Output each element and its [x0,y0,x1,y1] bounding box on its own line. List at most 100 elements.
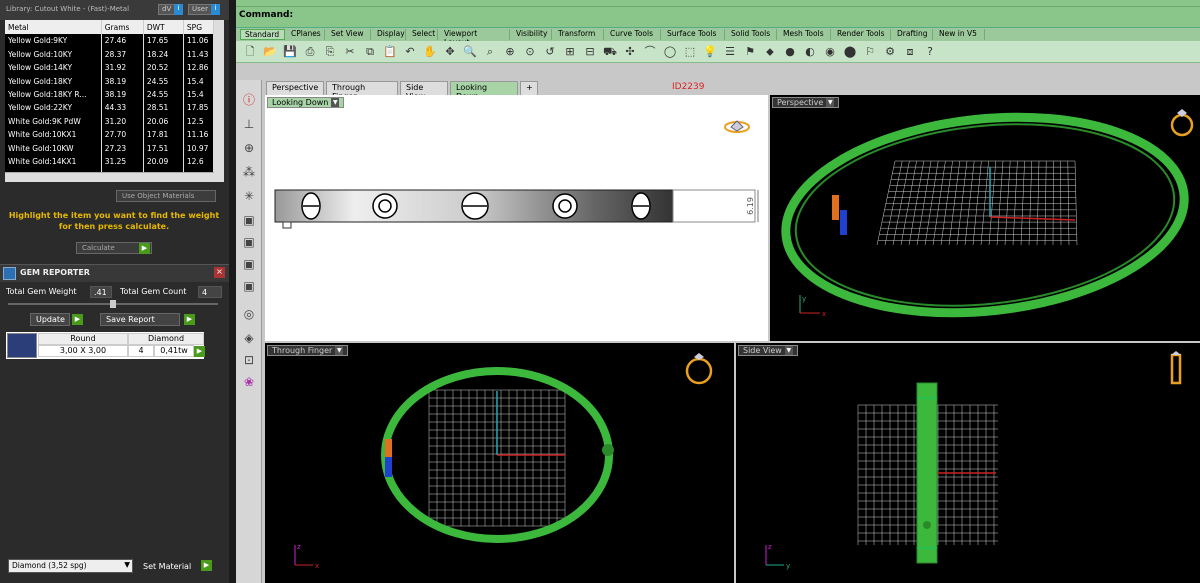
toolbar-tab[interactable]: Transform [554,29,604,40]
axis-icon[interactable]: ✳ [239,186,259,206]
viewport-through-finger[interactable]: Through Finger ▼ z x [265,343,734,583]
undo-icon[interactable]: ↶ [402,44,418,60]
viewport-side-view[interactable]: Side View ▼ z y [736,343,1200,583]
material-select[interactable]: Diamond (3,52 spg) ▼ [8,559,133,573]
viewport-looking-down[interactable]: Looking Down ▼ 6.19 [265,95,768,341]
update-play-icon[interactable]: ▶ [72,314,83,325]
user-toggle[interactable]: User [188,4,212,15]
metal-row[interactable]: White Gold:10KX1 27.70 17.81 11.16 [5,128,214,142]
zoom-window-icon[interactable]: ⌕ [482,44,498,60]
metal-table-scrollbar[interactable] [214,20,224,182]
render-icon[interactable]: ◉ [822,44,838,60]
options-icon[interactable]: ⚙ [882,44,898,60]
box-perspective-icon[interactable]: ▣ [239,276,259,296]
toolbar-tab[interactable]: Visibility [512,29,552,40]
toolbar-tab[interactable]: Display [373,29,406,40]
paste-icon[interactable]: 📋 [382,44,398,60]
box-top-icon[interactable]: ▣ [239,210,259,230]
new-file-icon[interactable]: 🗋 [242,44,258,60]
open-file-icon[interactable]: 📂 [262,44,278,60]
metal-col-header[interactable]: SPG [183,20,214,34]
ring-tool-icon[interactable]: ◎ [239,304,259,324]
metal-row[interactable]: Yellow Gold:10KY 28.37 18.24 11.43 [5,47,214,61]
cplane-icon[interactable]: ⊟ [582,44,598,60]
metal-row[interactable]: Yellow Gold:18KY 38.19 24.55 15.4 [5,74,214,88]
metal-row[interactable]: White Gold:14KX1 31.25 20.09 12.6 [5,155,214,169]
import-icon[interactable]: ⎘ [322,44,338,60]
toolbar-tab[interactable]: Curve Tools [606,29,661,40]
dv-indicator[interactable]: i [174,4,183,15]
pan-icon[interactable]: ✋ [422,44,438,60]
curve-icon[interactable]: ⌒ [642,44,658,60]
viewport-tab[interactable]: Side View [400,81,448,101]
globe-icon[interactable]: ⊕ [239,138,259,158]
update-button[interactable]: Update [30,313,70,326]
viewport-tab[interactable]: Through Finger [326,81,398,101]
metal-col-header[interactable]: Metal [5,20,102,34]
viewport-tab[interactable]: Perspective [266,81,324,95]
rendered-icon[interactable]: ◐ [802,44,818,60]
metal-row[interactable]: White Gold:10KW 27.23 17.51 10.97 [5,141,214,156]
toolbar-tab[interactable]: Drafting [893,29,933,40]
toolbar-tab[interactable]: Viewport Layout [440,29,510,47]
copy-icon[interactable]: ⧉ [362,44,378,60]
properties-icon[interactable]: ⚑ [742,44,758,60]
select-icon[interactable]: ⬚ [682,44,698,60]
user-indicator[interactable]: i [211,4,220,15]
info-icon[interactable]: ⓘ [239,90,259,110]
metal-row[interactable]: Yellow Gold:9KY 27.46 17.65 11.06 [5,34,214,48]
gumball-icon[interactable]: ⊥ [239,114,259,134]
calculate-button[interactable]: Calculate ▶ [76,242,152,254]
metal-row[interactable]: Yellow Gold:14KY 31.92 20.52 12.86 [5,60,214,75]
undo-view-icon[interactable]: ↺ [542,44,558,60]
point-icon[interactable]: ✣ [622,44,638,60]
toolbar-tab[interactable]: Surface Tools [663,29,725,40]
close-icon[interactable]: × [214,267,225,278]
command-bar[interactable]: Command: [236,0,1200,28]
metal-row[interactable]: Yellow Gold:22KY 44.33 28.51 17.85 [5,101,214,115]
print-icon[interactable]: ⎙ [302,44,318,60]
car-icon[interactable]: ⛟ [602,44,618,60]
layers-icon[interactable]: ☰ [722,44,738,60]
metal-row[interactable]: White Gold:9K PdW 31.20 20.06 12.5 [5,114,214,129]
toolbar-tab[interactable]: Solid Tools [727,29,777,40]
save-report-play-icon[interactable]: ▶ [184,314,195,325]
save-icon[interactable]: 💾 [282,44,298,60]
rotate-view-icon[interactable]: ✥ [442,44,458,60]
toolbar-tab[interactable]: Mesh Tools [779,29,831,40]
material-icon[interactable]: ⬥ [762,44,778,60]
use-object-materials-button[interactable]: Use Object Materials [116,190,216,202]
help-icon[interactable]: ? [922,44,938,60]
gem-row-play-icon[interactable]: ▶ [194,346,205,357]
metal-col-header[interactable]: Grams [101,20,144,34]
metal-table-hscrollbar[interactable] [5,172,214,182]
save-report-button[interactable]: Save Report [100,313,180,326]
box-right-icon[interactable]: ▣ [239,254,259,274]
box-front-icon[interactable]: ▣ [239,232,259,252]
plugin-icon[interactable]: ⧈ [902,44,918,60]
four-viewports-icon[interactable]: ⊞ [562,44,578,60]
viewport-perspective[interactable]: Perspective ▼ y x [770,95,1200,341]
toolbar-tab[interactable]: CPlanes [287,29,325,40]
rendered-sphere-icon[interactable]: ⬤ [842,44,858,60]
slider-knob[interactable] [110,300,116,308]
zoom-extents-icon[interactable]: ⊕ [502,44,518,60]
circle-icon[interactable]: ◯ [662,44,678,60]
network-icon[interactable]: ⁂ [239,162,259,182]
zoom-selected-icon[interactable]: ⊙ [522,44,538,60]
gem-tool-icon[interactable]: ◈ [239,328,259,348]
cut-icon[interactable]: ✂ [342,44,358,60]
viewport-tab[interactable]: Looking Down [450,81,518,101]
shaded-icon[interactable]: ● [782,44,798,60]
viewport-tab[interactable]: + [520,81,538,95]
toolbar-tab[interactable]: Set View [327,29,371,40]
zoom-icon[interactable]: 🔍 [462,44,478,60]
flower-icon[interactable]: ❀ [239,372,259,392]
gem-settings-icon[interactable]: ⊡ [239,350,259,370]
toolbar-tab[interactable]: New in V5 [935,29,985,40]
toolbar-tab[interactable]: Render Tools [833,29,891,40]
metal-col-header[interactable]: DWT [143,20,184,34]
metal-row[interactable]: Yellow Gold:18KY R... 38.19 24.55 15.4 [5,87,214,102]
toolbar-tab[interactable]: Standard [240,29,285,40]
flag-icon[interactable]: ⚐ [862,44,878,60]
